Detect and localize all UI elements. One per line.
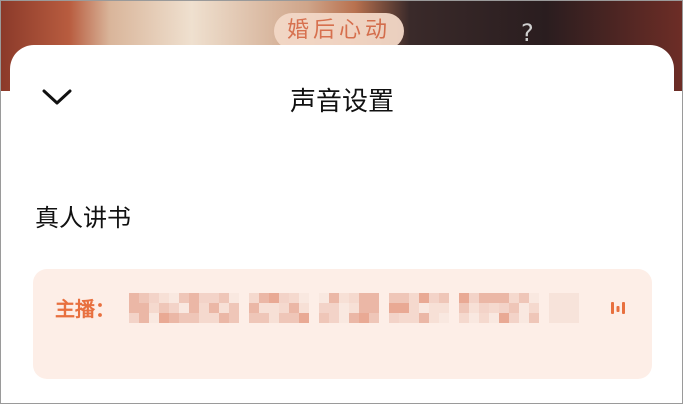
sheet-title: 声音设置 xyxy=(289,87,394,117)
sound-wave-icon xyxy=(611,302,625,314)
cover-title: 婚后心动 xyxy=(274,13,404,49)
redaction-mosaic xyxy=(549,293,579,323)
redaction-mosaic xyxy=(389,293,449,323)
screen-frame: 婚后心动 ? 声音设置 真人讲书 主播： xyxy=(0,0,683,404)
cover-glyph: ? xyxy=(521,19,534,47)
voice-settings-sheet: 声音设置 真人讲书 主播： xyxy=(10,45,674,403)
redaction-mosaic xyxy=(459,293,539,323)
section-title: 真人讲书 xyxy=(35,204,131,232)
host-name-redacted xyxy=(129,293,599,323)
redaction-mosaic xyxy=(319,293,379,323)
redaction-mosaic xyxy=(249,293,309,323)
host-card[interactable]: 主播： xyxy=(33,269,652,379)
redaction-mosaic xyxy=(129,293,239,323)
host-label: 主播： xyxy=(55,297,115,321)
